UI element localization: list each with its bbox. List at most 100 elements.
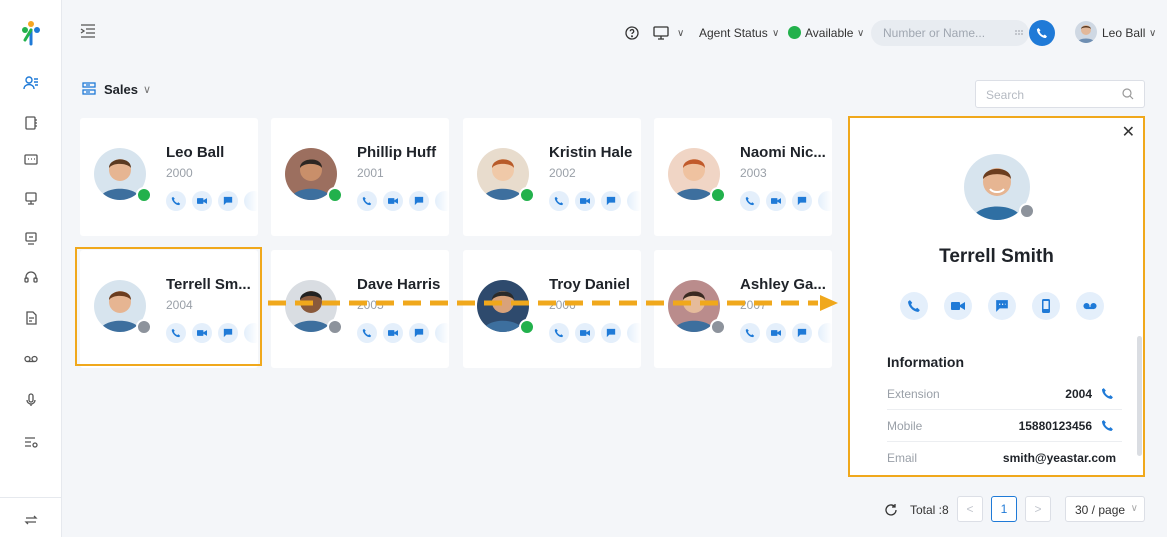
phone-icon [745,196,755,206]
phonebook-icon[interactable] [22,114,40,132]
screen-caret-icon[interactable]: ∨ [677,28,684,39]
contact-video-button[interactable] [766,191,786,211]
contact-card[interactable]: Naomi Nic... 2003 [654,118,832,236]
contact-chat-button[interactable] [601,191,621,211]
availability-caret-icon[interactable]: ∨ [857,28,864,39]
status-offline-icon [327,319,343,335]
contacts-icon[interactable] [22,74,40,92]
panel-scrollbar[interactable] [1137,336,1142,456]
status-offline-icon [710,319,726,335]
detail-voicemail-button[interactable] [1076,292,1104,320]
actions-fade [818,320,832,346]
call-extension-icon[interactable] [1101,387,1114,400]
close-icon[interactable]: ✕ [1122,122,1135,142]
user-name-dropdown[interactable]: Leo Ball [1102,26,1145,40]
contact-video-button[interactable] [575,191,595,211]
refresh-icon[interactable] [884,503,898,517]
status-offline-icon [136,319,152,335]
page-size-select[interactable]: 30 / page ∨ [1065,496,1145,522]
page-size-caret-icon: ∨ [1130,503,1138,514]
contact-call-button[interactable] [357,191,377,211]
screen-icon[interactable] [653,26,669,40]
call-mobile-icon[interactable] [1101,419,1114,432]
contact-call-button[interactable] [740,323,760,343]
contact-card[interactable]: Kristin Hale 2002 [463,118,641,236]
contact-video-button[interactable] [192,191,212,211]
contact-name: Ashley Ga... [740,276,826,293]
contact-name: Phillip Huff [357,144,437,161]
contact-video-button[interactable] [192,323,212,343]
call-log-icon[interactable] [22,309,40,327]
group-caret-icon[interactable]: ∨ [143,83,151,96]
phone-icon [554,196,564,206]
contact-call-button[interactable] [357,323,377,343]
detail-call-button[interactable] [900,292,928,320]
detail-video-button[interactable] [944,292,972,320]
mobile-label: Mobile [887,419,923,433]
menu-toggle-icon[interactable] [80,24,96,38]
detail-chat-button[interactable] [988,292,1016,320]
voicemail-icon[interactable] [22,350,40,368]
switch-icon[interactable] [22,511,40,529]
email-value: smith@yeastar.com [1002,451,1116,465]
contact-extension: 2003 [740,166,767,180]
recording-icon[interactable] [22,391,40,409]
contact-call-button[interactable] [549,323,569,343]
contact-video-button[interactable] [383,191,403,211]
contact-chat-button[interactable] [218,323,238,343]
contact-chat-button[interactable] [792,323,812,343]
chat-icon[interactable] [22,151,40,169]
video-icon [388,330,398,336]
contact-name: Leo Ball [166,144,225,161]
contact-chat-button[interactable] [792,191,812,211]
extension-label: Extension [887,387,940,401]
detail-mobile-button[interactable] [1032,292,1060,320]
help-icon[interactable] [625,26,639,40]
contact-card[interactable]: Phillip Huff 2001 [271,118,449,236]
agent-status-dropdown[interactable]: Agent Status [699,26,768,40]
mobile-icon [1042,299,1050,313]
detail-actions [900,292,1104,320]
information-heading: Information [887,354,964,370]
next-page-button[interactable]: > [1025,496,1051,522]
call-button[interactable] [1029,20,1055,46]
contact-call-button[interactable] [166,323,186,343]
contact-extension: 2004 [166,298,193,312]
contact-chat-button[interactable] [409,191,429,211]
contact-search-input[interactable]: Search [975,80,1145,108]
contact-chat-button[interactable] [409,323,429,343]
contact-video-button[interactable] [575,323,595,343]
contact-chat-button[interactable] [601,323,621,343]
contact-call-button[interactable] [166,191,186,211]
contact-name: Terrell Sm... [166,276,251,293]
user-caret-icon[interactable]: ∨ [1149,28,1156,39]
contact-video-button[interactable] [766,323,786,343]
headset-icon[interactable] [22,268,40,286]
user-avatar[interactable] [1075,21,1097,43]
mobile-value: 15880123456 [1018,419,1092,433]
availability-dropdown[interactable]: Available [805,26,853,40]
contact-card[interactable]: Leo Ball 2000 [80,118,258,236]
settings-list-icon[interactable] [22,433,40,451]
contact-call-button[interactable] [740,191,760,211]
contact-card[interactable]: Terrell Sm... 2004 [80,250,258,368]
contact-name: Troy Daniel [549,276,630,293]
actions-fade [435,188,449,214]
page-1-button[interactable]: 1 [991,496,1017,522]
actions-fade [244,188,258,214]
contact-video-button[interactable] [383,323,403,343]
group-selector[interactable]: Sales [104,82,138,97]
agent-status-caret-icon[interactable]: ∨ [772,28,779,39]
video-icon [771,330,781,336]
contact-name: Naomi Nic... [740,144,826,161]
contact-call-button[interactable] [549,191,569,211]
dial-search-input[interactable]: Number or Name... [871,20,1029,46]
dialpad-icon[interactable] [1015,30,1023,38]
video-icon [580,330,590,336]
prev-page-button[interactable]: < [957,496,983,522]
contact-chat-button[interactable] [218,191,238,211]
phone-icon [171,328,181,338]
actions-fade [627,320,641,346]
desk-phone-icon[interactable] [22,190,40,208]
monitor-icon[interactable] [22,230,40,248]
